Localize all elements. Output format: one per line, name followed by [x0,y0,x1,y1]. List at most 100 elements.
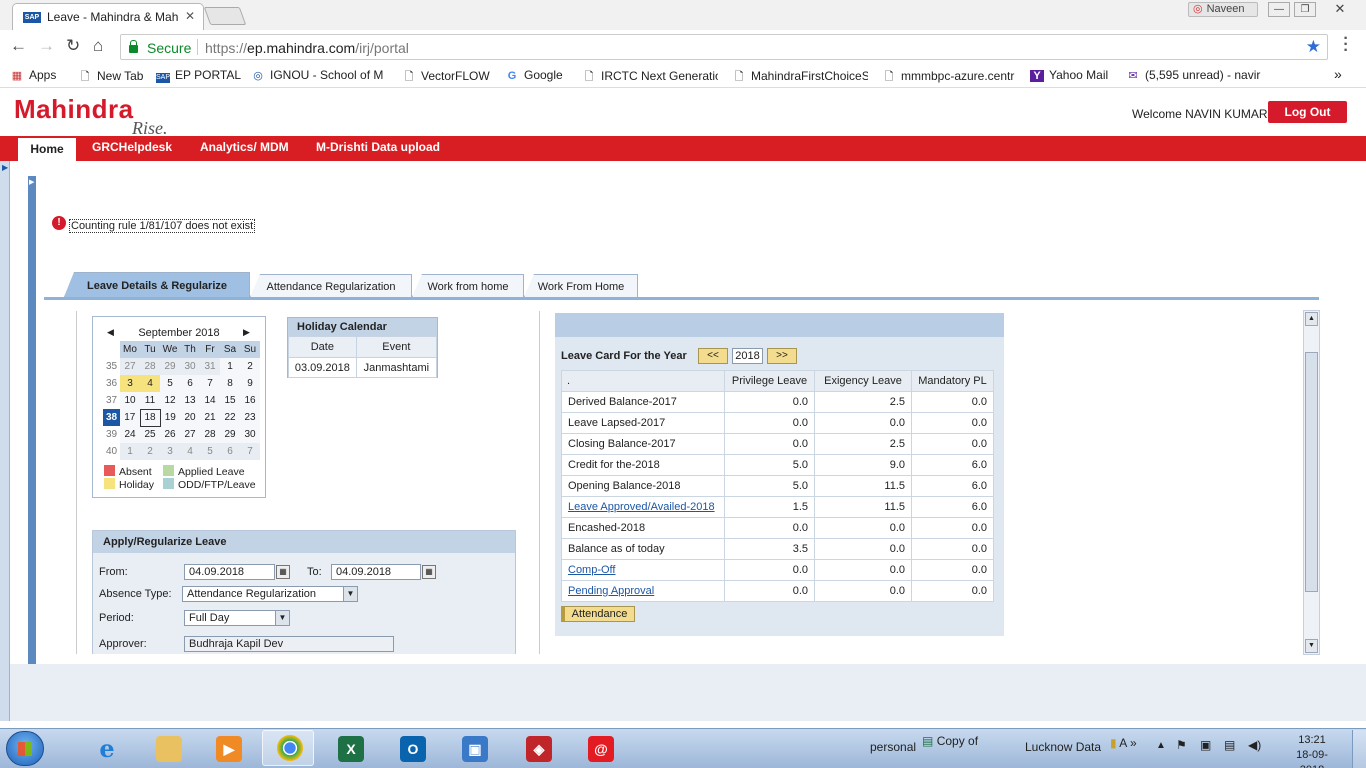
attendance-button[interactable]: Attendance [561,606,635,622]
absence-type-select[interactable]: Attendance Regularization ▼ [182,586,358,602]
calendar-day[interactable]: 5 [200,443,220,460]
calendar-day[interactable]: 22 [220,409,240,426]
calendar-day[interactable]: 16 [240,392,260,409]
calendar-day[interactable]: 4 [180,443,200,460]
calendar-day[interactable]: 30 [180,358,200,375]
toolbar-copy-of[interactable]: ▤ Copy of [922,734,978,748]
calendar-day[interactable]: 2 [140,443,160,460]
calendar-day[interactable]: 8 [220,375,240,392]
calendar-day[interactable]: 13 [180,392,200,409]
calendar-day[interactable]: 15 [220,392,240,409]
scroll-up-icon[interactable]: ▲ [1305,312,1318,326]
bookmark-apps[interactable]: ▦ Apps [10,68,57,82]
close-tab-icon[interactable]: ✕ [185,9,195,23]
calendar-day-holiday[interactable]: 3 [120,375,140,392]
calendar-day[interactable]: 28 [200,426,220,443]
calendar-day-holiday[interactable]: 4 [140,375,160,392]
start-button[interactable] [6,731,44,766]
outlook-taskbar-icon[interactable]: O [386,732,438,766]
calendar-day[interactable]: 19 [160,409,180,426]
toolbar-lucknow-data[interactable]: Lucknow Data [1025,740,1101,754]
logout-button[interactable]: Log Out [1268,101,1347,123]
calendar-day[interactable]: 25 [140,426,160,443]
device-icon[interactable]: ▣ [1200,738,1211,752]
period-select[interactable]: Full Day ▼ [184,610,290,626]
calendar-day[interactable]: 20 [180,409,200,426]
calendar-day[interactable]: 9 [240,375,260,392]
bookmark-mmmbpc[interactable]: 🗋 mmmbpc-azure.centr [882,68,1018,87]
scroll-down-icon[interactable]: ▼ [1305,639,1318,653]
leave-approved-link[interactable]: Leave Approved/Availed-2018 [568,501,715,513]
minimize-button[interactable]: — [1268,2,1290,17]
nav-analytics-mdm[interactable]: Analytics/ MDM [200,136,289,161]
tab-attendance-regularization[interactable]: Attendance Regularization [250,274,412,297]
calendar-day[interactable]: 31 [200,358,220,375]
file-manager-taskbar-icon[interactable]: ▣ [448,732,500,766]
bookmark-new-tab[interactable]: 🗋 New Tab [78,68,144,87]
next-year-button[interactable]: >> [767,348,797,364]
nav-home[interactable]: Home [18,138,76,161]
airtel-taskbar-icon[interactable]: @ [574,732,626,766]
media-player-taskbar-icon[interactable]: ▶ [202,732,254,766]
calendar-day[interactable]: 7 [200,375,220,392]
home-icon[interactable]: ⌂ [93,36,103,56]
bookmark-vectorflow[interactable]: 🗋 VectorFLOW [402,68,490,87]
to-date-field[interactable]: 04.09.2018 [331,564,421,580]
calendar-day[interactable]: 29 [220,426,240,443]
calendar-day[interactable]: 11 [140,392,160,409]
tray-expand-icon[interactable]: ▲ [1156,740,1166,751]
bookmark-yahoo-mail[interactable]: Y Yahoo Mail [1030,68,1108,82]
scroll-thumb[interactable] [1305,352,1318,592]
calendar-day[interactable]: 10 [120,392,140,409]
chrome-taskbar-icon[interactable] [262,730,314,766]
volume-icon[interactable]: ◀) [1248,738,1261,752]
back-icon[interactable]: ← [10,36,27,56]
prev-year-button[interactable]: << [698,348,728,364]
system-clock[interactable]: 13:21 18-09-2018 [1284,733,1340,768]
year-field[interactable]: 2018 [732,348,763,364]
detail-nav-toggle[interactable]: ▶ [28,176,36,666]
bookmark-yahoo-unread[interactable]: ✉ (5,595 unread) - navir [1126,68,1264,82]
calendar-day[interactable]: 7 [240,443,260,460]
calendar-day[interactable]: 27 [120,358,140,375]
nav-m-drishti[interactable]: M-Drishti Data upload [316,136,440,161]
profile-button[interactable]: ◎ Naveen [1188,2,1258,17]
tab-work-from-home[interactable]: Work from home [412,274,524,297]
bookmark-ignou[interactable]: ◎ IGNOU - School of M [251,68,387,82]
calendar-picker-icon[interactable]: ▦ [422,565,436,579]
nav-grchelpdesk[interactable]: GRCHelpdesk [92,136,172,161]
bookmark-irctc[interactable]: 🗋 IRCTC Next Generatio [582,68,718,87]
explorer-taskbar-icon[interactable] [142,732,194,766]
calendar-day[interactable]: 6 [220,443,240,460]
calendar-day[interactable]: 30 [240,426,260,443]
comp-off-link[interactable]: Comp-Off [568,564,615,576]
side-panel-toggle[interactable]: ▶ [0,161,10,721]
browser-tab[interactable]: SAP Leave - Mahindra & Mah ✕ [12,3,204,30]
calendar-day[interactable]: 14 [200,392,220,409]
calendar-day[interactable]: 21 [200,409,220,426]
flag-icon[interactable]: ⚑ [1176,738,1187,752]
toolbar-folder[interactable]: ▮ A » [1110,736,1137,750]
calendar-day[interactable]: 28 [140,358,160,375]
calendar-day[interactable]: 17 [120,409,140,426]
calendar-day[interactable]: 12 [160,392,180,409]
calendar-day[interactable]: 1 [220,358,240,375]
calendar-day[interactable]: 3 [160,443,180,460]
show-desktop-button[interactable] [1352,730,1366,768]
calendar-day[interactable]: 6 [180,375,200,392]
tab-leave-details[interactable]: Leave Details & Regularize [64,272,250,297]
calendar-day[interactable]: 23 [240,409,260,426]
pending-approval-link[interactable]: Pending Approval [568,585,654,597]
bookmark-star-icon[interactable]: ★ [1306,37,1321,57]
ie-taskbar-icon[interactable]: e [80,732,132,766]
bookmark-mahindra-first-choice[interactable]: 🗋 MahindraFirstChoiceS [732,68,868,87]
new-tab-button[interactable] [203,7,247,25]
calendar-day[interactable]: 1 [120,443,140,460]
calendar-day[interactable]: 26 [160,426,180,443]
bookmark-google[interactable]: G Google [505,68,563,82]
bookmark-ep-portal[interactable]: SAP EP PORTAL [156,68,241,83]
browser-menu-icon[interactable]: · · · [1342,31,1350,59]
vertical-scrollbar[interactable]: ▲ ▼ [1303,310,1320,655]
forward-icon[interactable]: → [38,36,55,56]
from-date-field[interactable]: 04.09.2018 [184,564,275,580]
